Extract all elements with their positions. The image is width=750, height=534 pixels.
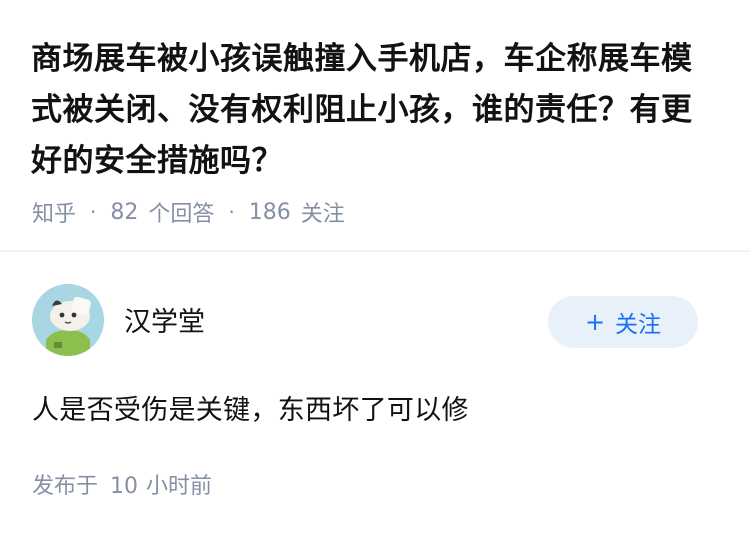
source-label[interactable]: 知乎	[32, 196, 76, 228]
follower-count-label[interactable]: 关注	[301, 196, 345, 228]
answer-count-label[interactable]: 个回答	[148, 196, 214, 228]
meta-separator: ·	[90, 200, 97, 224]
meta-separator: ·	[228, 200, 235, 224]
author-name[interactable]: 汉学堂	[124, 300, 205, 339]
publish-time: 发布于 10 小时前	[32, 468, 212, 500]
question-title[interactable]: 商场展车被小孩误触撞入手机店，车企称展车模式被关闭、没有权利阻止小孩，谁的责任？…	[31, 34, 721, 187]
author-avatar[interactable]	[32, 284, 104, 356]
follow-button-label: 关注	[615, 312, 662, 338]
question-meta: 知乎 · 82 个回答 · 186 关注	[32, 196, 345, 228]
publish-number: 10	[110, 474, 139, 499]
avatar-illustration-icon	[32, 284, 104, 356]
publish-label: 发布于	[32, 474, 99, 499]
plus-icon: +	[584, 308, 606, 336]
question-header: 商场展车被小孩误触撞入手机店，车企称展车模式被关闭、没有权利阻止小孩，谁的责任？…	[0, 0, 750, 250]
publish-unit: 小时前	[146, 474, 213, 499]
answer-count: 82	[110, 199, 139, 225]
section-divider	[0, 250, 750, 252]
answer-content[interactable]: 人是否受伤是关键，东西坏了可以修	[32, 388, 469, 427]
follower-count: 186	[248, 199, 291, 225]
follow-button[interactable]: + 关注	[548, 296, 698, 348]
